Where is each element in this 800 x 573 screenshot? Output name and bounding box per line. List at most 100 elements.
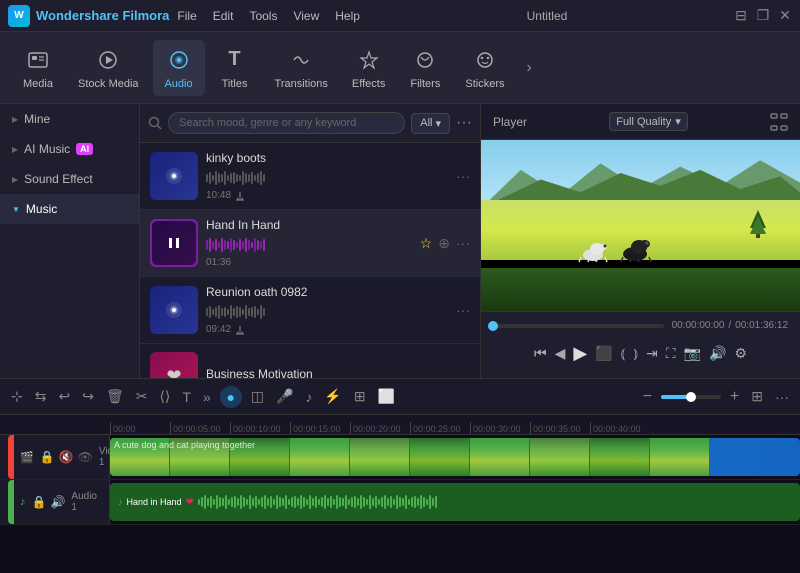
- undo-button[interactable]: ↩: [55, 385, 73, 408]
- close-button[interactable]: ✕: [778, 9, 792, 23]
- audio-title: Hand In Hand: [206, 218, 412, 232]
- effect-button[interactable]: ⚡: [321, 385, 344, 408]
- ruler-mark-5: 00:00:05:00: [170, 422, 230, 434]
- split-screen-button[interactable]: ⊞: [351, 385, 369, 408]
- menu-view[interactable]: View: [293, 9, 319, 23]
- minimize-button[interactable]: ⊟: [734, 9, 748, 23]
- toolbar-expand[interactable]: ›: [522, 55, 535, 81]
- track-left-indicator: [8, 435, 14, 479]
- audio-item[interactable]: Hand In Hand 01:36 ☆ ⊕ ···: [140, 210, 480, 277]
- soundeffect-expand-arrow: ▶: [12, 175, 18, 184]
- filter-all-button[interactable]: All ▾: [411, 113, 450, 134]
- audio-actions: ···: [456, 302, 470, 318]
- delete-button[interactable]: 🗑: [103, 385, 127, 408]
- toolbar-stock[interactable]: Stock Media: [68, 40, 149, 96]
- left-music[interactable]: ▼ Music: [0, 194, 139, 224]
- audio-lock-button[interactable]: 🔒: [32, 495, 47, 509]
- audio-button[interactable]: ♪: [302, 386, 315, 408]
- menu-file[interactable]: File: [177, 9, 196, 23]
- toolbar-effects[interactable]: Effects: [342, 40, 395, 96]
- progress-handle[interactable]: [488, 321, 498, 331]
- clip-button[interactable]: ◫: [248, 385, 267, 408]
- left-aimusic[interactable]: ▶ AI Music AI: [0, 134, 139, 164]
- toolbar-media[interactable]: Media: [12, 40, 64, 96]
- insert-button[interactable]: ⟨⟩: [156, 385, 173, 408]
- music-label: Music: [26, 202, 57, 216]
- left-soundeffect[interactable]: ▶ Sound Effect: [0, 164, 139, 194]
- menu-edit[interactable]: Edit: [213, 9, 234, 23]
- audio-thumb: ❤: [150, 352, 198, 378]
- zoom-handle[interactable]: [686, 392, 696, 402]
- progress-bar[interactable]: [493, 324, 664, 328]
- toolbar-filters[interactable]: Filters: [399, 40, 451, 96]
- video-mute-button[interactable]: 🔇: [59, 450, 74, 464]
- audio-waveform: [206, 236, 412, 254]
- mark-in-button[interactable]: ⦅: [621, 345, 626, 362]
- split-button[interactable]: ⇥: [646, 345, 658, 362]
- settings-button[interactable]: ⚙: [734, 345, 747, 362]
- skip-back-button[interactable]: ⏮: [534, 345, 547, 362]
- toolbar-audio[interactable]: Audio: [153, 40, 205, 96]
- zoom-in-button[interactable]: +: [727, 385, 742, 409]
- toolbar-titles[interactable]: T Titles: [209, 40, 261, 96]
- audio-track-name: Audio 1: [71, 491, 101, 513]
- expand-button[interactable]: »: [200, 386, 214, 408]
- more-timeline-button[interactable]: ···: [772, 386, 792, 408]
- ripple-edit-button[interactable]: ⇆: [32, 385, 50, 408]
- menu-tools[interactable]: Tools: [249, 9, 277, 23]
- audio-clip[interactable]: ♪ Hand in Hand ❤: [110, 483, 800, 521]
- audio-item[interactable]: ❤ Business Motivation: [140, 344, 480, 378]
- toolbar: Media Stock Media Audio T Titles Transit…: [0, 32, 800, 104]
- caption-button[interactable]: ⬜: [375, 385, 398, 408]
- more-action-button[interactable]: ···: [456, 235, 470, 251]
- quality-select[interactable]: Full Quality ▾: [609, 112, 688, 131]
- zoom-out-button[interactable]: −: [640, 385, 655, 409]
- ruler-mark-30: 00:00:30:00: [470, 422, 530, 434]
- audio-item[interactable]: kinky boots 10:48 ···: [140, 143, 480, 210]
- more-options-button[interactable]: ···: [456, 114, 472, 132]
- mic-button[interactable]: 🎤: [273, 385, 296, 408]
- video-lock-button[interactable]: 🔒: [40, 450, 55, 464]
- filter-chevron-icon: ▾: [435, 117, 441, 130]
- fit-to-screen-icon[interactable]: [770, 113, 788, 131]
- menu-help[interactable]: Help: [335, 9, 360, 23]
- volume-button[interactable]: 🔊: [709, 345, 726, 362]
- step-back-button[interactable]: ◀: [555, 345, 566, 362]
- left-mine[interactable]: ▶ Mine: [0, 104, 139, 134]
- text-button[interactable]: T: [179, 386, 194, 408]
- cut-button[interactable]: ✂: [133, 385, 151, 408]
- toolbar-stickers[interactable]: Stickers: [455, 40, 514, 96]
- stickers-icon: [471, 46, 499, 74]
- audio-list: All ▾ ··· kinky boots 10:48: [140, 104, 480, 378]
- fullscreen-button[interactable]: ⛶: [666, 345, 676, 362]
- select-tool-button[interactable]: ⊹: [8, 385, 26, 408]
- maximize-button[interactable]: ❐: [756, 9, 770, 23]
- ruler-marks: 00:00 00:00:05:00 00:00:10:00 00:00:15:0…: [110, 415, 650, 434]
- audio-item[interactable]: Reunion oath 0982 09:42 ···: [140, 277, 480, 344]
- stop-button[interactable]: ⬛: [595, 345, 612, 362]
- record-button[interactable]: ●: [220, 386, 242, 408]
- redo-button[interactable]: ↪: [79, 385, 97, 408]
- video-thumb-mini: [410, 438, 470, 476]
- transitions-icon: [287, 46, 315, 74]
- grid-view-button[interactable]: ⊞: [748, 385, 766, 408]
- play-button[interactable]: ▶: [573, 343, 587, 364]
- audio-track-content[interactable]: ♪ Hand in Hand ❤: [110, 480, 800, 524]
- toolbar-transitions[interactable]: Transitions: [265, 40, 338, 96]
- star-button[interactable]: ☆: [420, 235, 433, 252]
- video-track-content[interactable]: A cute dog and cat playing together: [110, 435, 800, 479]
- video-eye-button[interactable]: 👁: [78, 450, 93, 464]
- add-button[interactable]: ⊕: [438, 235, 450, 252]
- effects-label: Effects: [352, 78, 385, 90]
- more-action-button[interactable]: ···: [456, 168, 470, 184]
- snapshot-button[interactable]: 📷: [684, 345, 701, 362]
- quality-label: Full Quality: [616, 116, 671, 128]
- search-input[interactable]: [168, 112, 405, 134]
- zoom-slider[interactable]: [661, 395, 721, 399]
- music-note-icon: [163, 165, 185, 187]
- title-bar: W Wondershare Filmora File Edit Tools Vi…: [0, 0, 800, 32]
- mark-out-button[interactable]: ⦆: [633, 345, 638, 362]
- video-clip[interactable]: A cute dog and cat playing together: [110, 438, 800, 476]
- audio-mute-button[interactable]: 🔊: [50, 495, 65, 509]
- more-action-button[interactable]: ···: [456, 302, 470, 318]
